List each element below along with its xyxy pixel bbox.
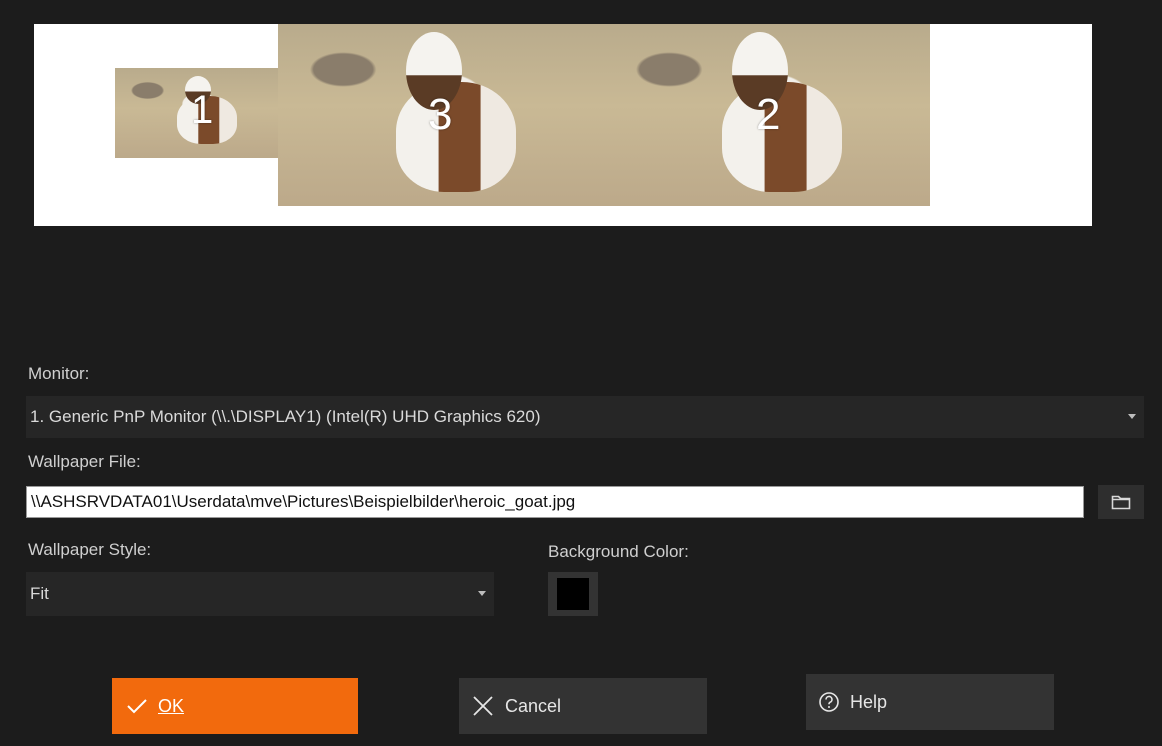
background-color-label: Background Color:	[548, 542, 689, 561]
ok-label: OK	[158, 695, 185, 716]
monitor-thumbnail-2[interactable]: 2	[604, 24, 930, 206]
background-color-swatch	[557, 578, 589, 610]
folder-icon	[1111, 495, 1131, 510]
cancel-label: Cancel	[505, 695, 562, 716]
question-circle-icon	[818, 691, 840, 713]
browse-button[interactable]	[1098, 485, 1144, 519]
monitor-number-2: 2	[756, 90, 781, 139]
wallpaper-file-input[interactable]: \\ASHSRVDATA01\Userdata\mve\Pictures\Bei…	[26, 486, 1084, 518]
cancel-button[interactable]: Cancel	[459, 678, 707, 734]
x-icon	[471, 694, 495, 718]
ok-button[interactable]: OK	[112, 678, 358, 734]
help-button[interactable]: Help	[806, 674, 1054, 730]
monitor-number-3: 3	[428, 90, 453, 139]
monitor-number-1: 1	[191, 88, 214, 132]
background-color-picker[interactable]	[548, 572, 598, 616]
wallpaper-style-select[interactable]: Fit	[26, 572, 494, 616]
wallpaper-style-value: Fit	[30, 584, 49, 603]
monitor-select[interactable]: 1. Generic PnP Monitor (\\.\DISPLAY1) (I…	[26, 396, 1144, 438]
monitor-label: Monitor:	[28, 364, 90, 383]
chevron-down-icon	[478, 591, 486, 596]
monitor-preview: 1 3 2	[34, 24, 1092, 226]
wallpaper-file-value: \\ASHSRVDATA01\Userdata\mve\Pictures\Bei…	[31, 492, 576, 511]
checkmark-icon	[126, 697, 148, 715]
monitor-thumbnail-3[interactable]: 3	[278, 24, 604, 206]
wallpaper-style-label: Wallpaper Style:	[28, 540, 152, 559]
monitor-thumbnail-1[interactable]: 1	[115, 68, 278, 158]
help-label: Help	[850, 691, 888, 712]
chevron-down-icon	[1128, 414, 1136, 419]
wallpaper-file-label: Wallpaper File:	[28, 452, 141, 471]
monitor-select-value: 1. Generic PnP Monitor (\\.\DISPLAY1) (I…	[30, 407, 541, 426]
